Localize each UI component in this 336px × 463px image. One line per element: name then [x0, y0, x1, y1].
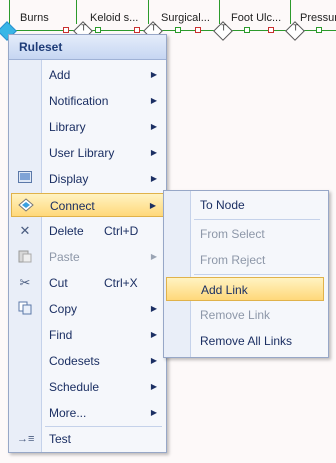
menu-item-label: Copy: [49, 302, 78, 316]
menu-item-display[interactable]: Display ▶: [11, 167, 164, 191]
reject-port-icon[interactable]: [63, 27, 69, 33]
menu-item-paste[interactable]: Paste ▶: [11, 245, 164, 269]
submenu-arrow-icon: ▶: [149, 201, 156, 210]
menu-item-label: Notification: [49, 94, 109, 108]
submenu-item-remove-all-links[interactable]: Remove All Links: [166, 329, 324, 353]
submenu-separator: [194, 274, 320, 275]
node-stem: [290, 0, 291, 24]
submenu-arrow-icon: ▶: [150, 96, 157, 105]
menu-item-label: User Library: [49, 146, 115, 160]
menu-item-shortcut: Ctrl+D: [104, 224, 139, 238]
submenu-arrow-icon: ▶: [150, 174, 157, 183]
node-stem: [219, 0, 220, 24]
node-stem: [76, 0, 77, 24]
menu-item-notification[interactable]: Notification ▶: [11, 89, 164, 113]
menu-item-test[interactable]: →≡ Test: [11, 427, 164, 451]
paste-icon: [17, 249, 33, 265]
submenu-arrow-icon: ▶: [150, 382, 157, 391]
connect-icon: [18, 198, 34, 214]
delete-x-icon: ✕: [19, 223, 31, 238]
node-label-keloid[interactable]: Keloid s...: [90, 12, 138, 24]
copy-icon: [17, 301, 33, 317]
reject-port-icon[interactable]: [268, 27, 274, 33]
menu-item-connect[interactable]: Connect ▶: [11, 193, 164, 217]
menu-item-label: More...: [49, 406, 87, 420]
node-label-surgical[interactable]: Surgical...: [161, 12, 210, 24]
select-port-icon[interactable]: [316, 27, 322, 33]
submenu-item-label: Remove Link: [200, 308, 271, 322]
select-port-icon[interactable]: [175, 27, 181, 33]
menu-item-label: Cut: [49, 276, 68, 290]
submenu-arrow-icon: ▶: [150, 330, 157, 339]
menu-item-label: Schedule: [49, 380, 100, 394]
submenu-separator: [194, 219, 320, 220]
submenu-item-add-link[interactable]: Add Link: [166, 277, 324, 301]
submenu-item-label: Add Link: [201, 283, 248, 297]
menu-item-library[interactable]: Library ▶: [11, 115, 164, 139]
select-port-icon[interactable]: [244, 27, 250, 33]
menu-title: Ruleset: [9, 35, 166, 60]
gate-diamond-icon[interactable]: T: [285, 21, 305, 41]
submenu-item-to-node[interactable]: To Node: [166, 193, 324, 217]
menu-item-label: Connect: [50, 199, 95, 213]
connect-submenu: To Node From Select From Reject Add Link…: [163, 190, 329, 358]
reject-port-icon[interactable]: [195, 27, 201, 33]
menu-item-add[interactable]: Add ▶: [11, 63, 164, 87]
display-icon: [17, 171, 33, 187]
submenu-arrow-icon: ▶: [150, 304, 157, 313]
menu-item-label: Paste: [49, 250, 80, 264]
menu-item-label: Display: [49, 172, 89, 186]
menu-item-label: Find: [49, 328, 73, 342]
menu-item-label: Test: [49, 432, 72, 446]
menu-item-shortcut: Ctrl+X: [104, 276, 138, 290]
test-icon: →≡: [17, 433, 35, 445]
menu-item-label: Delete: [49, 224, 84, 238]
submenu-item-from-select[interactable]: From Select: [166, 222, 324, 246]
menu-item-copy[interactable]: Copy ▶: [11, 297, 164, 321]
cut-scissors-icon: ✂: [19, 275, 31, 290]
submenu-arrow-icon: ▶: [150, 122, 157, 131]
submenu-arrow-icon: ▶: [150, 252, 157, 261]
menu-item-cut[interactable]: ✂ Cut Ctrl+X: [11, 271, 164, 295]
menu-item-find[interactable]: Find ▶: [11, 323, 164, 347]
node-label-burns[interactable]: Burns: [20, 12, 49, 24]
submenu-item-label: Remove All Links: [200, 334, 293, 348]
submenu-arrow-icon: ▶: [150, 148, 157, 157]
menu-item-schedule[interactable]: Schedule ▶: [11, 375, 164, 399]
submenu-arrow-icon: ▶: [150, 408, 157, 417]
select-port-icon[interactable]: [95, 27, 101, 33]
menu-item-label: Codesets: [49, 354, 100, 368]
context-menu: Ruleset Add ▶ Notification ▶ Library ▶ U…: [8, 34, 167, 453]
menu-item-delete[interactable]: ✕ Delete Ctrl+D: [11, 219, 164, 243]
submenu-item-remove-link[interactable]: Remove Link: [166, 303, 324, 327]
menu-item-user-library[interactable]: User Library ▶: [11, 141, 164, 165]
submenu-item-label: To Node: [200, 198, 245, 212]
submenu-item-from-reject[interactable]: From Reject: [166, 248, 324, 272]
menu-item-codesets[interactable]: Codesets ▶: [11, 349, 164, 373]
reject-port-icon[interactable]: [134, 27, 140, 33]
submenu-arrow-icon: ▶: [150, 356, 157, 365]
gate-diamond-icon[interactable]: T: [213, 21, 233, 41]
submenu-arrow-icon: ▶: [150, 70, 157, 79]
node-stem: [148, 0, 149, 24]
menu-item-label: Add: [49, 68, 71, 82]
menu-item-label: Library: [49, 120, 86, 134]
submenu-item-label: From Select: [200, 227, 265, 241]
menu-item-more[interactable]: More... ▶: [11, 401, 164, 425]
node-label-foot-ulcer[interactable]: Foot Ulc...: [231, 12, 281, 24]
submenu-item-label: From Reject: [200, 253, 266, 267]
node-label-pressure[interactable]: Pressur: [300, 12, 336, 24]
